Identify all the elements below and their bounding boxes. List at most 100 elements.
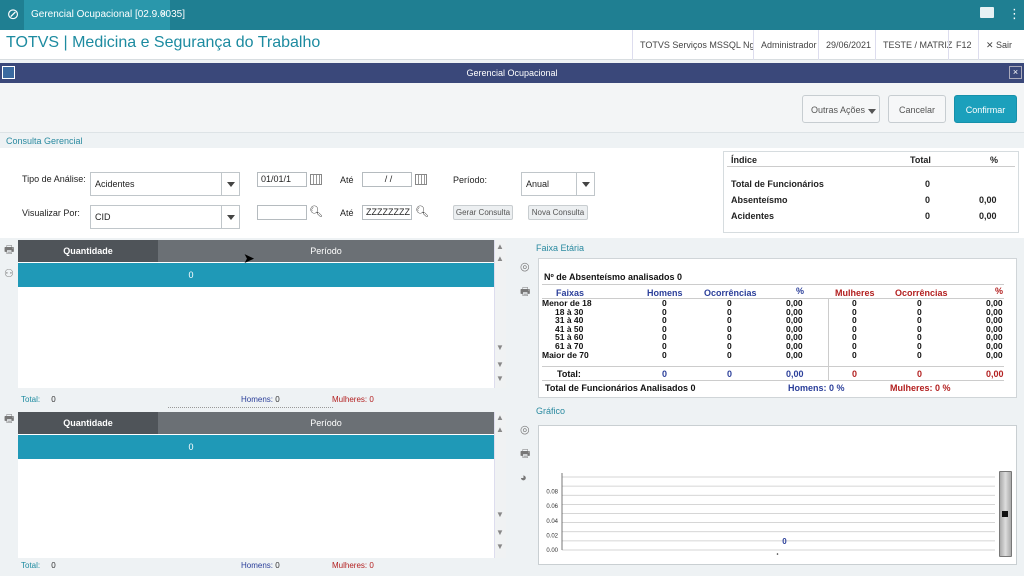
visualizar-select[interactable]: CID (90, 205, 240, 229)
periodo-select[interactable]: Anual (521, 172, 595, 196)
faixa-cell-oh: 0 (727, 349, 732, 360)
index-row-total: 0 (925, 179, 931, 189)
outras-acoes-label: Outras Ações (811, 105, 866, 115)
section-title: Consulta Gerencial (6, 136, 83, 146)
date-to-input[interactable]: / / (362, 172, 412, 187)
grafico-title: Gráfico (536, 406, 566, 416)
y-tick-label: 0.08 (546, 490, 558, 496)
scroll-top-icon[interactable]: ▲ (495, 413, 505, 423)
index-row-total: 0 (925, 211, 931, 221)
faixa-cell-om: 0 (917, 349, 922, 360)
total-value: 0 (51, 561, 56, 570)
faixa-heading: Nº de Absenteísmo analisados 0 (544, 272, 682, 282)
periodo-label: Período: (453, 175, 488, 185)
tab-gerencial-ocupacional[interactable]: Gerencial Ocupacional [02.9.0035] × (24, 0, 185, 30)
outras-acoes-button[interactable]: Outras Ações (802, 95, 880, 123)
mail-icon[interactable] (980, 7, 994, 18)
table-row[interactable]: 0 (18, 435, 494, 459)
chart-icon[interactable]: ◎ (520, 261, 532, 273)
calendar-icon[interactable] (415, 174, 427, 185)
col-quantidade[interactable]: Quantidade (18, 240, 158, 262)
scroll-up-icon[interactable]: ▲ (495, 254, 505, 264)
date-from-input[interactable]: 01/01/1 (257, 172, 307, 187)
divider (828, 298, 829, 381)
cancel-button[interactable]: Cancelar (888, 95, 946, 123)
homens-total: Homens: 0 (241, 395, 280, 404)
mulheres-label: Mulheres: (332, 561, 368, 570)
chevron-down-icon (221, 206, 239, 228)
gerar-consulta-button[interactable]: Gerar Consulta (453, 205, 513, 220)
window-close-icon[interactable]: × (1009, 66, 1022, 79)
faixa-etaria-title: Faixa Etária (536, 243, 585, 253)
divider (542, 298, 1004, 299)
search-icon[interactable]: 🔍︎ (415, 206, 429, 218)
scroll-down-icon[interactable]: ▼ (495, 343, 505, 353)
scroll-page-down-icon[interactable]: ▼ (495, 528, 505, 538)
bar-data-label: 0 (782, 537, 787, 546)
total-m: 0 (852, 369, 858, 379)
index-col-indice: Índice (731, 155, 758, 165)
y-tick-label: 0.04 (546, 519, 558, 525)
col-ocorrencias-h: Ocorrências (704, 288, 757, 298)
cid-to-input[interactable]: ZZZZZZZZ (362, 205, 412, 220)
col-periodo[interactable]: Período (158, 412, 494, 434)
pie-chart-icon[interactable]: ◕ (520, 472, 532, 484)
tab-close-icon[interactable]: × (160, 0, 166, 30)
confirm-button[interactable]: Confirmar (954, 95, 1017, 123)
index-row-total: 0 (925, 195, 931, 205)
calendar-icon[interactable] (310, 174, 322, 185)
total-row-label: Total: (557, 369, 581, 379)
mulheres-total: Mulheres: 0 (332, 561, 374, 570)
bar-chart: 0.00 0.02 0.04 0.06 0.08 0 (546, 473, 995, 555)
cid-from-input[interactable] (257, 205, 307, 220)
col-periodo[interactable]: Período (158, 240, 494, 262)
y-tick-label: 0.00 (546, 548, 558, 554)
faixa-cell-h: 0 (662, 349, 667, 360)
chart-scroll-handle[interactable] (1002, 511, 1008, 517)
splitter[interactable] (168, 407, 333, 408)
col-pct-h: % (796, 286, 805, 296)
col-pct-m: % (995, 286, 1004, 296)
nova-consulta-button[interactable]: Nova Consulta (528, 205, 588, 220)
index-col-total: Total (910, 155, 931, 165)
print-icon[interactable]: 🖶︎ (520, 286, 532, 298)
visualizar-value: CID (95, 212, 111, 222)
index-row-pct: 0,00 (979, 195, 997, 205)
menu-icon[interactable]: ⋮ (1008, 7, 1021, 21)
col-quantidade[interactable]: Quantidade (18, 412, 158, 434)
scroll-page-down-icon[interactable]: ▼ (495, 360, 505, 370)
mulheres-value: 0 (369, 561, 374, 570)
total-ph: 0,00 (786, 369, 804, 379)
visualizar-label: Visualizar Por: (22, 208, 80, 218)
totvs-logo-icon[interactable]: ⊘ (4, 6, 22, 24)
window-icon (2, 66, 15, 79)
index-row-label: Total de Funcionários (731, 179, 824, 189)
scroll-down-icon[interactable]: ▼ (495, 510, 505, 520)
table-row[interactable]: 0 (18, 263, 494, 287)
scroll-bottom-icon[interactable]: ▼ (495, 374, 505, 384)
company-label: TESTE / MATRIZ (875, 30, 959, 60)
scroll-up-icon[interactable]: ▲ (495, 425, 505, 435)
f12-key[interactable]: F12 (948, 30, 979, 60)
row-quantidade: 0 (188, 270, 194, 280)
homens-label: Homens: (241, 561, 274, 570)
scroll-bottom-icon[interactable]: ▼ (495, 542, 505, 552)
exit-button[interactable]: ✕ Sair (978, 30, 1024, 60)
index-col-pct: % (990, 155, 999, 165)
print-icon[interactable]: 🖶︎ (4, 244, 16, 256)
window-title: Gerencial Ocupacional (466, 68, 558, 78)
app-brand: TOTVS | Medicina e Segurança do Trabalho (6, 34, 321, 51)
index-row-label: Absenteísmo (731, 195, 788, 205)
total-pm: 0,00 (986, 369, 1004, 379)
print-icon[interactable]: 🖶︎ (520, 448, 532, 460)
search-icon[interactable]: 🔍︎ (309, 206, 323, 218)
tipo-analise-select[interactable]: Acidentes (90, 172, 240, 196)
tipo-analise-label: Tipo de Análise: (22, 174, 86, 184)
scroll-top-icon[interactable]: ▲ (495, 242, 505, 252)
users-icon[interactable]: ⚇ (4, 268, 16, 280)
chart-icon[interactable]: ◎ (520, 424, 532, 436)
print-icon[interactable]: 🖶︎ (4, 413, 16, 425)
total-value: 0 (51, 395, 56, 404)
faixa-cell-faixa: Maior de 70 (542, 349, 589, 360)
faixa-cell-pm: 0,00 (986, 349, 1003, 360)
